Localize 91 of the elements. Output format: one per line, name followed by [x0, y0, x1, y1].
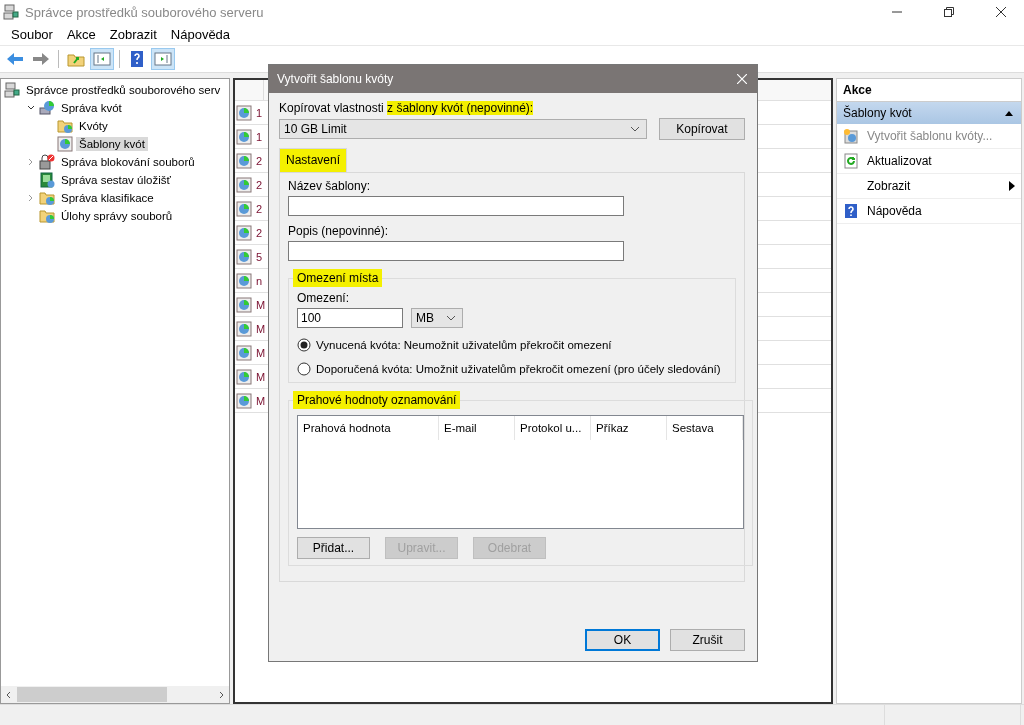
- label-part: z šablony kvót (nepovinné):: [387, 101, 534, 115]
- template-icon: [236, 272, 252, 289]
- table-cell: 2: [256, 202, 263, 215]
- table-cell: 2: [256, 154, 263, 167]
- dropdown-chevron-icon: [446, 315, 456, 321]
- action-item[interactable]: Zobrazit: [837, 174, 1021, 199]
- menu-item[interactable]: Nápověda: [163, 27, 238, 42]
- column-header[interactable]: Sestava: [667, 416, 743, 440]
- table-cell: 5: [256, 250, 263, 263]
- tree-item[interactable]: Šablony kvót: [76, 137, 148, 151]
- unit-dropdown[interactable]: MB: [411, 308, 463, 328]
- action-item[interactable]: Nápověda: [837, 199, 1021, 224]
- table-cell: 2: [256, 178, 263, 191]
- window-title: Správce prostředků souborového serveru: [25, 4, 264, 20]
- actions-section-header[interactable]: Šablony kvót: [837, 102, 1021, 124]
- template-icon: [236, 248, 252, 265]
- input-field[interactable]: 100: [297, 308, 403, 328]
- report-icon: [39, 172, 55, 188]
- radio-label[interactable]: Doporučená kvóta: Umožnit uživatelům překročit omezení (pro účely sledování): [316, 363, 721, 375]
- dialog-title: Vytvořit šablonu kvóty: [277, 72, 394, 86]
- tree-item[interactable]: Úlohy správy souborů: [58, 209, 176, 223]
- refresh-icon: [843, 153, 859, 169]
- template-icon: [57, 136, 73, 152]
- folder-icon: [39, 190, 55, 206]
- field-label: Popis (nepovinné):: [288, 224, 390, 238]
- column-header[interactable]: Protokol u...: [515, 416, 591, 440]
- new-template-icon: [843, 128, 859, 144]
- collapse-triangle-icon[interactable]: [1005, 110, 1013, 116]
- folder-icon: [57, 118, 73, 134]
- table-cell: M: [256, 370, 266, 383]
- lock-block-icon: [39, 154, 55, 170]
- table-cell: 1: [256, 106, 263, 119]
- list-button[interactable]: Přidat...: [297, 537, 370, 559]
- template-icon: [236, 296, 252, 313]
- close-icon[interactable]: [996, 7, 1006, 17]
- template-icon: [236, 368, 252, 385]
- show-tree-icon[interactable]: [91, 49, 113, 69]
- template-icon: [236, 344, 252, 361]
- table-cell: M: [256, 298, 266, 311]
- tab[interactable]: Nastavení: [279, 148, 348, 172]
- label-part: Kopírovat vlastnosti: [279, 101, 385, 115]
- tree-item[interactable]: Správa sestav úložišť: [58, 173, 174, 187]
- cancel-button[interactable]: Zrušit: [670, 629, 745, 651]
- table-cell: 2: [256, 226, 263, 239]
- table-cell: M: [256, 322, 266, 335]
- group-title: Omezení místa: [293, 269, 383, 287]
- template-icon: [236, 128, 252, 145]
- copy-button[interactable]: Kopírovat: [658, 118, 745, 140]
- column-header[interactable]: E-mail: [439, 416, 515, 440]
- menu-item[interactable]: Soubor: [4, 27, 60, 42]
- table-cell: M: [256, 394, 266, 407]
- submenu-arrow-icon: [1009, 181, 1015, 191]
- disk-pie-icon: [39, 100, 55, 116]
- action-item[interactable]: Aktualizovat: [837, 149, 1021, 174]
- radio-label[interactable]: Vynucená kvóta: Neumožnit uživatelům překročit omezení: [316, 339, 612, 351]
- input-field[interactable]: [288, 196, 624, 216]
- input-field[interactable]: [288, 241, 624, 261]
- horizontal-scrollbar[interactable]: [1, 686, 229, 703]
- template-icon: [236, 152, 252, 169]
- template-icon: [236, 176, 252, 193]
- table-cell: 1: [256, 130, 263, 143]
- server-icon: [4, 82, 20, 98]
- template-dropdown[interactable]: 10 GB Limit: [279, 119, 647, 139]
- template-icon: [236, 392, 252, 409]
- template-icon: [236, 200, 252, 217]
- folder-icon: [39, 208, 55, 224]
- menu-item[interactable]: Akce: [59, 27, 103, 42]
- tree-item[interactable]: Správa kvót: [58, 101, 125, 115]
- tree-item[interactable]: Správa klasifikace: [58, 191, 157, 205]
- tree-item[interactable]: Správa blokování souborů: [58, 155, 198, 169]
- scroll-thumb[interactable]: [17, 687, 167, 702]
- server-icon: [3, 4, 19, 20]
- tree-item[interactable]: Správce prostředků souborového serv: [23, 83, 224, 97]
- table-cell: n: [256, 274, 263, 287]
- radio-button[interactable]: [297, 362, 311, 376]
- template-icon: [236, 104, 252, 121]
- menu-item[interactable]: Zobrazit: [102, 27, 164, 42]
- field-label: Název šablony:: [288, 179, 372, 193]
- maximize-icon[interactable]: [944, 7, 954, 17]
- group-title: Prahové hodnoty oznamování: [293, 391, 461, 409]
- template-icon: [236, 320, 252, 337]
- tree-item[interactable]: Kvóty: [76, 119, 111, 133]
- dropdown-chevron-icon: [629, 126, 640, 132]
- ok-button[interactable]: OK: [585, 629, 660, 651]
- table-cell: M: [256, 346, 266, 359]
- column-header[interactable]: Prahová hodnota: [298, 416, 439, 440]
- field-label: Omezení:: [297, 291, 351, 305]
- template-icon: [236, 224, 252, 241]
- help-icon: [843, 203, 859, 219]
- column-header[interactable]: Příkaz: [591, 416, 667, 440]
- radio-button[interactable]: [297, 338, 311, 352]
